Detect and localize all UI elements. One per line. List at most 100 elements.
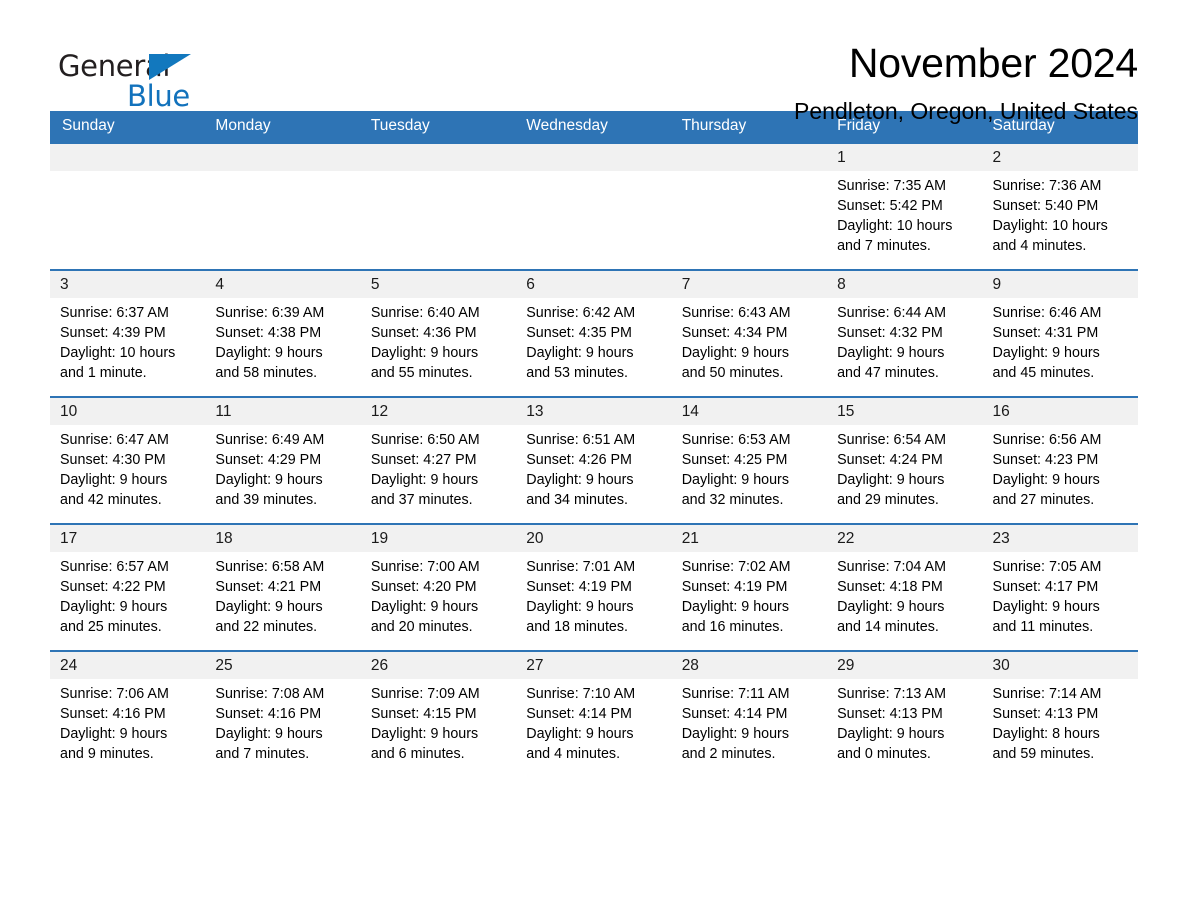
sunrise-time: Sunrise: 6:50 AM bbox=[370, 432, 480, 448]
daylight-duration: Daylight: 9 hours bbox=[992, 345, 1100, 362]
calendar-day-cell[interactable]: 20 Sunrise: 7:01 AM Sunset: 4:19 PM Dayligh… bbox=[516, 523, 672, 651]
calendar-day-cell[interactable]: 15 Sunrise: 6:54 AM Sunset: 4:24 PM Dayligh… bbox=[827, 396, 983, 524]
daylight-duration: Daylight: 9 hours bbox=[526, 472, 634, 489]
day-number: 10 bbox=[50, 398, 206, 425]
sunset-time: Sunset: 4:14 PM bbox=[681, 706, 788, 723]
daylight-duration: and 20 minutes. bbox=[370, 619, 473, 636]
day-number: 18 bbox=[205, 525, 361, 552]
daylight-duration: and 50 minutes. bbox=[681, 365, 784, 382]
sunrise-time: Sunrise: 7:11 AM bbox=[681, 686, 790, 702]
day-details: Sunrise: 7:06 AM Sunset: 4:16 PM Daylight:… bbox=[50, 679, 205, 764]
sunrise-time: Sunrise: 6:51 AM bbox=[526, 432, 636, 448]
daylight-duration: and 7 minutes. bbox=[215, 746, 310, 763]
calendar-day-cell[interactable]: 19 Sunrise: 7:00 AM Sunset: 4:20 PM Dayligh… bbox=[360, 523, 517, 651]
day-details: Sunrise: 7:13 AM Sunset: 4:13 PM Daylight:… bbox=[827, 679, 982, 764]
daylight-duration: Daylight: 9 hours bbox=[370, 472, 479, 489]
day-details: Sunrise: 7:35 AM Sunset: 5:42 PM Daylight:… bbox=[827, 171, 982, 256]
day-details: Sunrise: 6:42 AM Sunset: 4:35 PM Daylight:… bbox=[516, 298, 671, 383]
calendar-day-cell[interactable]: 14 Sunrise: 6:53 AM Sunset: 4:25 PM Dayligh… bbox=[671, 396, 828, 524]
sunset-time: Sunset: 4:13 PM bbox=[992, 706, 1099, 723]
sunrise-time: Sunrise: 7:04 AM bbox=[837, 559, 946, 575]
day-number: 30 bbox=[982, 652, 1138, 679]
calendar-week-row: 17 Sunrise: 6:57 AM Sunset: 4:22 PM Dayligh… bbox=[50, 523, 1138, 651]
day-number bbox=[360, 144, 517, 171]
calendar-day-cell[interactable]: 22 Sunrise: 7:04 AM Sunset: 4:18 PM Dayligh… bbox=[827, 523, 983, 651]
sunrise-time: Sunrise: 6:40 AM bbox=[370, 305, 480, 321]
calendar-day-cell-empty bbox=[50, 142, 206, 270]
daylight-duration: and 2 minutes. bbox=[681, 746, 776, 763]
day-number: 17 bbox=[50, 525, 206, 552]
calendar-day-cell[interactable]: 1 Sunrise: 7:35 AM Sunset: 5:42 PM Daylight… bbox=[827, 142, 983, 270]
weekday-header-monday: Monday bbox=[205, 111, 361, 143]
sunset-time: Sunset: 4:21 PM bbox=[215, 579, 322, 596]
sunset-time: Sunset: 4:31 PM bbox=[992, 325, 1099, 342]
day-number bbox=[50, 144, 206, 171]
day-number: 20 bbox=[516, 525, 672, 552]
sunrise-time: Sunrise: 7:01 AM bbox=[526, 559, 636, 575]
day-details: Sunrise: 6:44 AM Sunset: 4:32 PM Daylight:… bbox=[827, 298, 982, 383]
calendar-day-cell[interactable]: 8 Sunrise: 6:44 AM Sunset: 4:32 PM Daylight… bbox=[827, 269, 983, 397]
daylight-duration: Daylight: 9 hours bbox=[681, 472, 789, 489]
calendar-day-cell[interactable]: 17 Sunrise: 6:57 AM Sunset: 4:22 PM Dayligh… bbox=[50, 523, 206, 651]
calendar-day-cell[interactable]: 16 Sunrise: 6:56 AM Sunset: 4:23 PM Dayligh… bbox=[982, 396, 1138, 524]
daylight-duration: Daylight: 9 hours bbox=[681, 345, 789, 362]
day-number bbox=[205, 144, 361, 171]
calendar-day-cell[interactable]: 5 Sunrise: 6:40 AM Sunset: 4:36 PM Daylight… bbox=[360, 269, 517, 397]
generalblue-logo[interactable]: General Blue bbox=[50, 42, 200, 112]
calendar-day-cell[interactable]: 30 Sunrise: 7:14 AM Sunset: 4:13 PM Dayligh… bbox=[982, 650, 1138, 777]
sunrise-time: Sunrise: 6:39 AM bbox=[215, 305, 325, 321]
calendar-day-cell[interactable]: 10 Sunrise: 6:47 AM Sunset: 4:30 PM Dayligh… bbox=[50, 396, 206, 524]
daylight-duration: Daylight: 9 hours bbox=[215, 726, 323, 743]
calendar-day-cell-empty bbox=[205, 142, 361, 270]
calendar-day-cell[interactable]: 12 Sunrise: 6:50 AM Sunset: 4:27 PM Dayligh… bbox=[360, 396, 517, 524]
sunset-time: Sunset: 4:36 PM bbox=[370, 325, 477, 342]
calendar-day-cell[interactable]: 24 Sunrise: 7:06 AM Sunset: 4:16 PM Dayligh… bbox=[50, 650, 206, 777]
calendar-day-cell[interactable]: 7 Sunrise: 6:43 AM Sunset: 4:34 PM Daylight… bbox=[671, 269, 828, 397]
day-details: Sunrise: 7:01 AM Sunset: 4:19 PM Daylight:… bbox=[516, 552, 671, 637]
daylight-duration: and 29 minutes. bbox=[837, 492, 939, 509]
sunrise-time: Sunrise: 7:35 AM bbox=[837, 178, 946, 194]
sunrise-time: Sunrise: 6:47 AM bbox=[60, 432, 169, 448]
calendar-day-cell[interactable]: 18 Sunrise: 6:58 AM Sunset: 4:21 PM Dayligh… bbox=[205, 523, 361, 651]
calendar-day-cell[interactable]: 2 Sunrise: 7:36 AM Sunset: 5:40 PM Daylight… bbox=[982, 142, 1138, 270]
calendar-day-cell[interactable]: 27 Sunrise: 7:10 AM Sunset: 4:14 PM Dayligh… bbox=[516, 650, 672, 777]
daylight-duration: and 53 minutes. bbox=[526, 365, 628, 382]
sunset-time: Sunset: 4:35 PM bbox=[526, 325, 632, 342]
calendar-day-cell[interactable]: 21 Sunrise: 7:02 AM Sunset: 4:19 PM Dayligh… bbox=[671, 523, 828, 651]
weekday-header-sunday: Sunday bbox=[50, 111, 206, 143]
sunrise-time: Sunrise: 6:57 AM bbox=[60, 559, 169, 575]
day-number: 19 bbox=[360, 525, 517, 552]
day-number: 4 bbox=[205, 271, 361, 298]
daylight-duration: Daylight: 9 hours bbox=[837, 345, 945, 362]
sunset-time: Sunset: 4:16 PM bbox=[60, 706, 166, 723]
calendar-day-cell[interactable]: 9 Sunrise: 6:46 AM Sunset: 4:31 PM Daylight… bbox=[982, 269, 1138, 397]
day-details: Sunrise: 7:14 AM Sunset: 4:13 PM Daylight:… bbox=[983, 679, 1138, 764]
daylight-duration: Daylight: 9 hours bbox=[837, 599, 945, 616]
calendar-week-row: 10 Sunrise: 6:47 AM Sunset: 4:30 PM Dayligh… bbox=[50, 396, 1138, 524]
sunset-time: Sunset: 5:42 PM bbox=[837, 198, 943, 215]
calendar-day-cell[interactable]: 25 Sunrise: 7:08 AM Sunset: 4:16 PM Dayligh… bbox=[205, 650, 361, 777]
day-number: 1 bbox=[827, 144, 983, 171]
daylight-duration: and 7 minutes. bbox=[837, 238, 931, 255]
calendar-day-cell[interactable]: 28 Sunrise: 7:11 AM Sunset: 4:14 PM Dayligh… bbox=[671, 650, 828, 777]
daylight-duration: and 42 minutes. bbox=[60, 492, 162, 509]
calendar-day-cell[interactable]: 3 Sunrise: 6:37 AM Sunset: 4:39 PM Daylight… bbox=[50, 269, 206, 397]
daylight-duration: and 55 minutes. bbox=[370, 365, 473, 382]
calendar-day-cell[interactable]: 23 Sunrise: 7:05 AM Sunset: 4:17 PM Dayligh… bbox=[982, 523, 1138, 651]
calendar-week-row: 3 Sunrise: 6:37 AM Sunset: 4:39 PM Daylight… bbox=[50, 269, 1138, 397]
day-details: Sunrise: 6:47 AM Sunset: 4:30 PM Daylight:… bbox=[50, 425, 205, 510]
day-number: 21 bbox=[671, 525, 828, 552]
daylight-duration: Daylight: 9 hours bbox=[370, 726, 479, 743]
title-block: November 2024 Pendleton, Oregon, United … bbox=[794, 41, 1138, 124]
calendar-day-cell[interactable]: 29 Sunrise: 7:13 AM Sunset: 4:13 PM Dayligh… bbox=[827, 650, 983, 777]
sunrise-time: Sunrise: 6:58 AM bbox=[215, 559, 325, 575]
daylight-duration: Daylight: 9 hours bbox=[526, 345, 634, 362]
daylight-duration: and 0 minutes. bbox=[837, 746, 931, 763]
calendar-day-cell[interactable]: 11 Sunrise: 6:49 AM Sunset: 4:29 PM Dayligh… bbox=[205, 396, 361, 524]
calendar-day-cell[interactable]: 13 Sunrise: 6:51 AM Sunset: 4:26 PM Dayligh… bbox=[516, 396, 672, 524]
logo-text-blue: Blue bbox=[127, 79, 190, 113]
calendar-day-cell[interactable]: 4 Sunrise: 6:39 AM Sunset: 4:38 PM Daylight… bbox=[205, 269, 361, 397]
calendar-day-cell[interactable]: 26 Sunrise: 7:09 AM Sunset: 4:15 PM Dayligh… bbox=[360, 650, 517, 777]
sunrise-time: Sunrise: 6:49 AM bbox=[215, 432, 325, 448]
calendar-day-cell[interactable]: 6 Sunrise: 6:42 AM Sunset: 4:35 PM Daylight… bbox=[516, 269, 672, 397]
